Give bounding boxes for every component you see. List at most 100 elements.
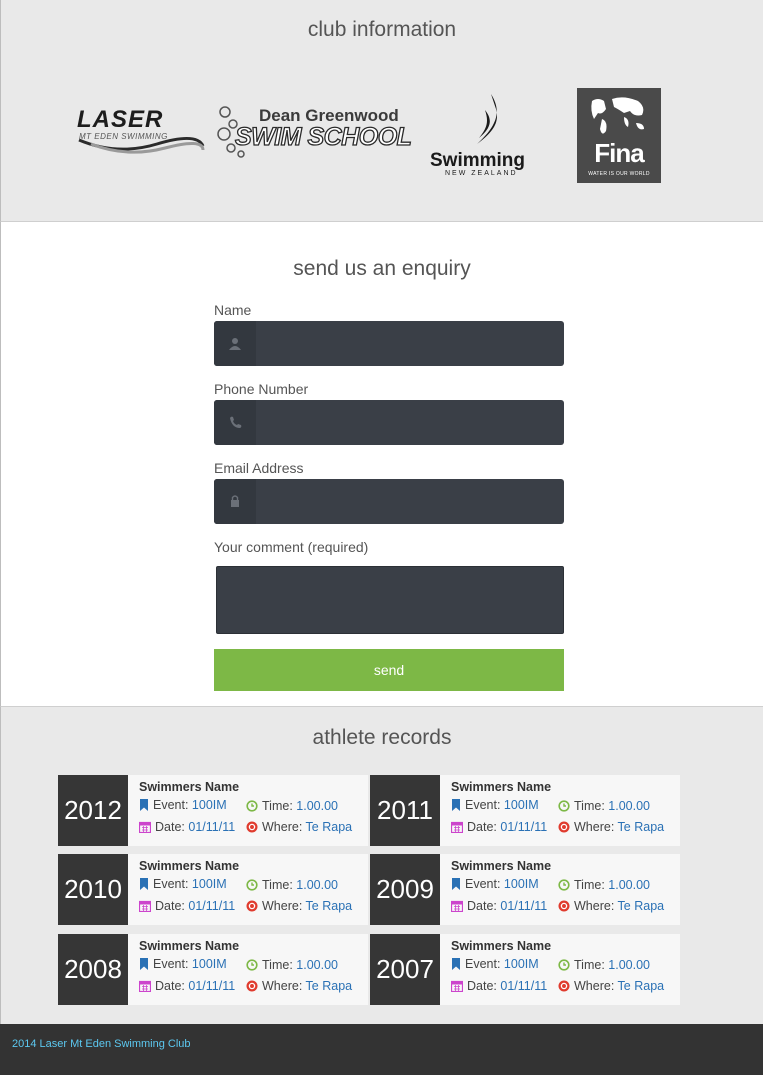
phone-input[interactable] bbox=[256, 400, 564, 445]
club-information-section: club information LASER MT EDEN SWIMMING … bbox=[0, 0, 763, 222]
dean-greenwood-swim-school-logo[interactable]: Dean Greenwood SWIM SCHOOL bbox=[217, 104, 415, 162]
bookmark-icon bbox=[452, 958, 460, 970]
fina-tagline: WATER IS OUR WORLD bbox=[588, 171, 650, 177]
swimmer-name: Swimmers Name bbox=[139, 780, 240, 794]
swimmer-name: Swimmers Name bbox=[451, 939, 552, 953]
time-row: Time: 1.00.00 bbox=[558, 799, 650, 813]
clock-icon bbox=[246, 879, 258, 891]
event-value[interactable]: 100IM bbox=[504, 877, 539, 891]
where-label: Where: bbox=[262, 979, 303, 993]
date-row: Date: 01/11/11 bbox=[451, 979, 547, 993]
event-label: Event: bbox=[465, 798, 501, 812]
date-value[interactable]: 01/11/11 bbox=[500, 820, 547, 834]
record-card: 2008 Swimmers Name Event: 100IM Time: 1.00.… bbox=[58, 934, 368, 1005]
event-row: Event: 100IM bbox=[139, 957, 227, 971]
time-row: Time: 1.00.00 bbox=[246, 799, 338, 813]
where-value[interactable]: Te Rapa bbox=[618, 979, 665, 993]
time-value[interactable]: 1.00.00 bbox=[608, 878, 650, 892]
calendar-icon bbox=[451, 900, 463, 912]
bookmark-icon bbox=[452, 799, 460, 811]
laser-mt-eden-swimming-logo[interactable]: LASER MT EDEN SWIMMING bbox=[77, 108, 205, 160]
fina-logo[interactable]: Fina WATER IS OUR WORLD bbox=[577, 88, 661, 183]
event-value[interactable]: 100IM bbox=[504, 957, 539, 971]
record-card: 2010 Swimmers Name Event: 100IM Time: 1.00.… bbox=[58, 854, 368, 925]
date-label: Date: bbox=[467, 899, 497, 913]
where-value[interactable]: Te Rapa bbox=[306, 820, 353, 834]
time-label: Time: bbox=[574, 878, 605, 892]
date-value[interactable]: 01/11/11 bbox=[500, 899, 547, 913]
location-icon bbox=[558, 980, 570, 992]
clock-icon bbox=[246, 959, 258, 971]
location-icon bbox=[246, 980, 258, 992]
date-value[interactable]: 01/11/11 bbox=[188, 899, 235, 913]
athlete-records-title: athlete records bbox=[312, 726, 452, 749]
where-row: Where: Te Rapa bbox=[246, 899, 352, 913]
swimming-text: Swimming bbox=[430, 150, 526, 171]
date-label: Date: bbox=[155, 899, 185, 913]
event-label: Event: bbox=[153, 877, 189, 891]
date-value[interactable]: 01/11/11 bbox=[500, 979, 547, 993]
where-label: Where: bbox=[574, 820, 615, 834]
time-label: Time: bbox=[574, 799, 605, 813]
date-row: Date: 01/11/11 bbox=[139, 820, 235, 834]
club-information-title: club information bbox=[307, 18, 457, 41]
date-value[interactable]: 01/11/11 bbox=[188, 820, 235, 834]
where-label: Where: bbox=[574, 899, 615, 913]
event-value[interactable]: 100IM bbox=[192, 798, 227, 812]
event-label: Event: bbox=[465, 877, 501, 891]
time-value[interactable]: 1.00.00 bbox=[296, 799, 338, 813]
bookmark-icon bbox=[140, 958, 148, 970]
comment-textarea[interactable] bbox=[216, 566, 564, 634]
clock-icon bbox=[558, 959, 570, 971]
record-card: 2012 Swimmers Name Event: 100IM Time: 1.00.… bbox=[58, 775, 368, 846]
record-card: 2011 Swimmers Name Event: 100IM Time: 1.00.… bbox=[370, 775, 680, 846]
clock-icon bbox=[558, 879, 570, 891]
event-label: Event: bbox=[153, 957, 189, 971]
phone-field[interactable] bbox=[214, 400, 564, 445]
where-row: Where: Te Rapa bbox=[558, 820, 664, 834]
laser-wave-icon bbox=[78, 137, 205, 154]
email-input[interactable] bbox=[256, 479, 564, 524]
date-value[interactable]: 01/11/11 bbox=[188, 979, 235, 993]
event-value[interactable]: 100IM bbox=[192, 877, 227, 891]
time-value[interactable]: 1.00.00 bbox=[608, 958, 650, 972]
where-value[interactable]: Te Rapa bbox=[618, 820, 665, 834]
event-row: Event: 100IM bbox=[451, 957, 539, 971]
calendar-icon bbox=[451, 821, 463, 833]
where-row: Where: Te Rapa bbox=[246, 820, 352, 834]
calendar-icon bbox=[139, 900, 151, 912]
send-button[interactable]: send bbox=[214, 649, 564, 691]
calendar-icon bbox=[139, 980, 151, 992]
email-label: Email Address bbox=[214, 460, 304, 476]
location-icon bbox=[558, 900, 570, 912]
time-value[interactable]: 1.00.00 bbox=[608, 799, 650, 813]
time-row: Time: 1.00.00 bbox=[558, 958, 650, 972]
new-zealand-text: NEW ZEALAND bbox=[445, 170, 518, 177]
swimming-new-zealand-logo[interactable]: Swimming NEW ZEALAND bbox=[429, 92, 535, 180]
where-value[interactable]: Te Rapa bbox=[306, 899, 353, 913]
calendar-icon bbox=[451, 980, 463, 992]
user-icon bbox=[214, 321, 256, 366]
swimmer-name: Swimmers Name bbox=[139, 939, 240, 953]
record-card: 2009 Swimmers Name Event: 100IM Time: 1.00.… bbox=[370, 854, 680, 925]
bookmark-icon bbox=[452, 878, 460, 890]
email-field[interactable] bbox=[214, 479, 564, 524]
time-row: Time: 1.00.00 bbox=[558, 878, 650, 892]
time-value[interactable]: 1.00.00 bbox=[296, 878, 338, 892]
name-field[interactable] bbox=[214, 321, 564, 366]
event-value[interactable]: 100IM bbox=[192, 957, 227, 971]
location-icon bbox=[246, 900, 258, 912]
event-value[interactable]: 100IM bbox=[504, 798, 539, 812]
time-row: Time: 1.00.00 bbox=[246, 958, 338, 972]
where-label: Where: bbox=[574, 979, 615, 993]
event-row: Event: 100IM bbox=[139, 877, 227, 891]
time-label: Time: bbox=[262, 878, 293, 892]
footer-copyright[interactable]: 2014 Laser Mt Eden Swimming Club bbox=[12, 1038, 191, 1050]
clock-icon bbox=[246, 800, 258, 812]
time-value[interactable]: 1.00.00 bbox=[296, 958, 338, 972]
name-input[interactable] bbox=[256, 321, 564, 366]
where-value[interactable]: Te Rapa bbox=[618, 899, 665, 913]
where-value[interactable]: Te Rapa bbox=[306, 979, 353, 993]
date-row: Date: 01/11/11 bbox=[451, 820, 547, 834]
event-row: Event: 100IM bbox=[451, 798, 539, 812]
